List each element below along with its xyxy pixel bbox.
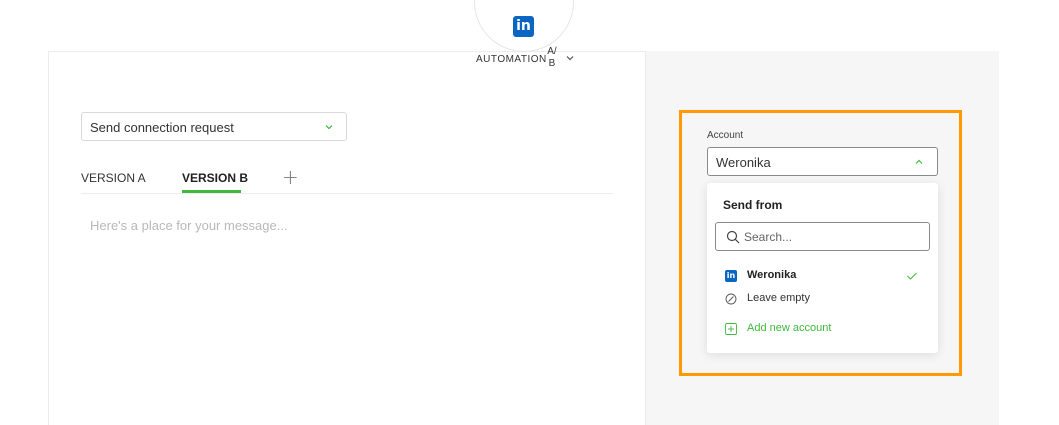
message-input[interactable]	[81, 206, 613, 356]
add-new-account-label: Add new account	[747, 322, 832, 334]
account-option-weronika[interactable]: in Weronika	[723, 267, 923, 285]
add-version-button[interactable]: +	[282, 167, 299, 187]
linkedin-icon: in	[725, 270, 737, 282]
tab-version-a[interactable]: VERSION A	[81, 171, 146, 185]
add-square-icon	[725, 323, 737, 335]
action-type-value: Send connection request	[90, 120, 234, 135]
tabs-divider	[81, 193, 613, 194]
tab-version-b[interactable]: VERSION B	[182, 171, 248, 185]
account-option-label: Leave empty	[747, 292, 810, 304]
linkedin-icon: in	[513, 16, 534, 37]
check-icon	[907, 272, 917, 280]
chevron-down-icon[interactable]	[565, 53, 575, 63]
chevron-down-icon	[325, 125, 333, 130]
add-new-account-button[interactable]: Add new account	[723, 320, 923, 338]
search-icon	[726, 230, 740, 244]
action-type-select[interactable]: Send connection request	[81, 112, 347, 141]
dropdown-title: Send from	[723, 198, 783, 212]
chevron-up-icon	[915, 159, 923, 164]
account-search[interactable]	[715, 222, 930, 251]
ab-test-label: A/ B	[547, 46, 557, 69]
account-search-input[interactable]	[744, 228, 919, 246]
empty-circle-icon	[725, 293, 737, 305]
account-option-leave-empty[interactable]: Leave empty	[723, 290, 923, 308]
account-option-label: Weronika	[747, 269, 797, 281]
automation-label: AUTOMATION	[476, 54, 547, 65]
account-label: Account	[707, 130, 744, 141]
account-dropdown: Send from in Weronika Leave empty Add ne…	[707, 183, 938, 353]
account-select-value: Weronika	[716, 155, 771, 170]
account-select[interactable]: Weronika	[707, 147, 938, 176]
